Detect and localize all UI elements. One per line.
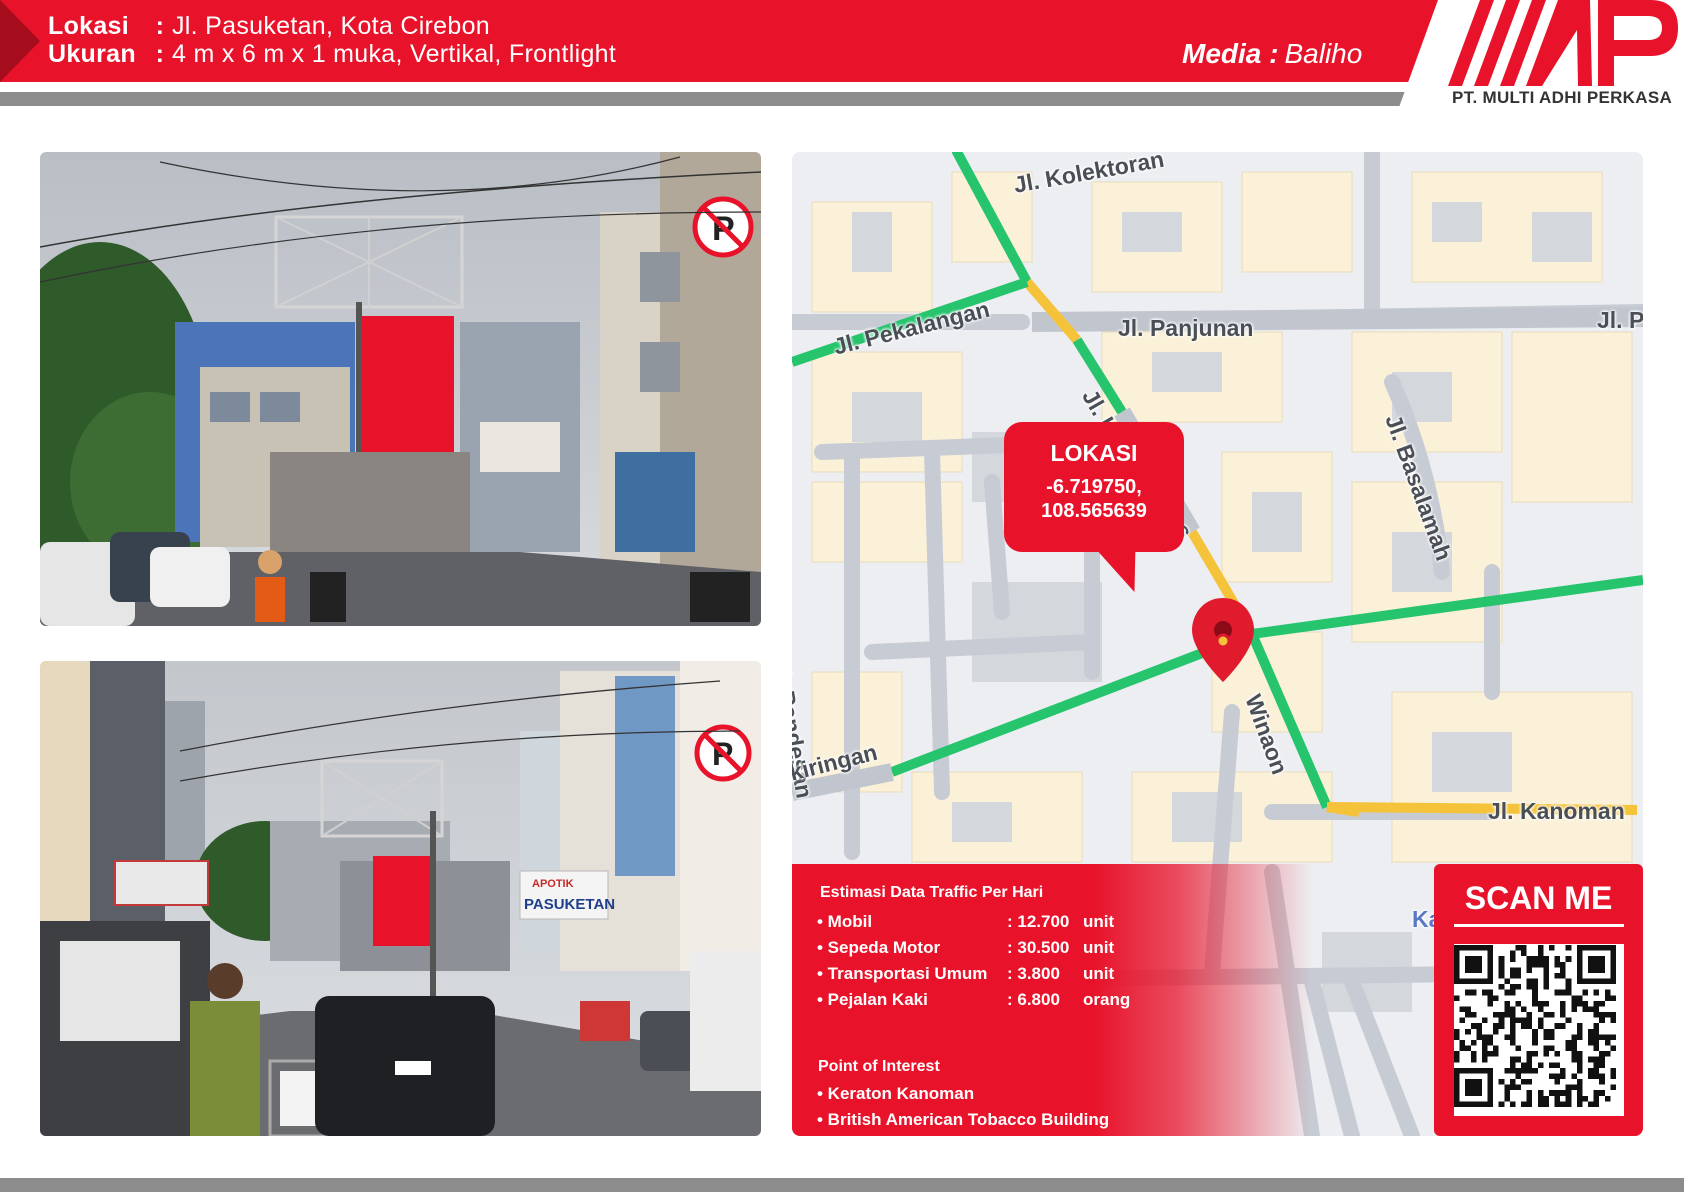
poi-item: • British American Tobacco Building — [817, 1110, 1110, 1129]
apotik-sign-name: PASUKETAN — [524, 896, 615, 913]
media-label: Media : — [1182, 38, 1279, 69]
traffic-label: • Sepeda Motor — [817, 938, 941, 957]
location-value: Jl. Pasuketan, Kota Cirebon — [172, 12, 490, 40]
location-separator: : — [155, 12, 165, 40]
traffic-unit: unit — [1083, 912, 1115, 931]
traffic-value: : 12.700 — [1007, 912, 1070, 931]
media-type: Media : Baliho — [1182, 38, 1362, 70]
street-photo-1: P — [40, 152, 761, 626]
size-value: 4 m x 6 m x 1 muka, Vertikal, Frontlight — [172, 40, 617, 68]
scan-me-underline — [1454, 924, 1624, 927]
location-label: Lokasi — [48, 12, 129, 40]
street-panjunan: Jl. Panjunan — [1118, 315, 1254, 341]
traffic-row-mobil: • Mobil : 12.700 unit — [817, 912, 1114, 932]
billboard-placeholder — [362, 316, 454, 456]
traffic-panel: Estimasi Data Traffic Per Hari • Mobil : … — [792, 864, 1312, 1136]
street-jl-p: Jl. P — [1597, 307, 1643, 333]
scan-me-panel: SCAN ME — [1434, 864, 1643, 1136]
street-photo-2: APOTIK PASUKETAN P — [40, 661, 761, 1136]
footer-divider — [0, 1178, 1684, 1192]
traffic-row-transport: • Transportasi Umum : 3.800 unit — [817, 964, 1114, 984]
billboard-placeholder — [373, 856, 433, 946]
poi-item: • Keraton Kanoman — [817, 1084, 975, 1103]
traffic-label: • Pejalan Kaki — [817, 990, 928, 1009]
apotik-sign-text: APOTIK — [532, 878, 574, 890]
traffic-label: • Transportasi Umum — [817, 964, 988, 983]
traffic-unit: unit — [1083, 964, 1115, 983]
traffic-value: : 6.800 — [1007, 990, 1060, 1009]
size-separator: : — [155, 40, 165, 68]
callout-latitude: -6.719750, — [1046, 476, 1142, 498]
company-logo — [1448, 0, 1678, 86]
scan-me-label: SCAN ME — [1464, 880, 1613, 916]
callout-title: LOKASI — [1050, 440, 1138, 466]
location-row: Lokasi: Jl. Pasuketan, Kota Cirebon — [48, 12, 490, 41]
street-kanoman: Jl. Kanoman — [1488, 798, 1625, 824]
qr-code[interactable] — [1454, 944, 1624, 1116]
location-map[interactable]: Jl. Kolektoran Jl. Pekalangan Jl. Panjun… — [792, 152, 1643, 1136]
traffic-value: : 3.800 — [1007, 964, 1060, 983]
qr-code-icon — [1454, 945, 1616, 1107]
traffic-label: • Mobil — [817, 912, 873, 931]
callout-longitude: 108.565639 — [1041, 500, 1147, 522]
company-name: PT. MULTI ADHI PERKASA — [1452, 88, 1673, 107]
traffic-title: Estimasi Data Traffic Per Hari — [820, 884, 1044, 901]
location-callout: LOKASI -6.719750, 108.565639 — [1004, 422, 1184, 552]
traffic-row-motor: • Sepeda Motor : 30.500 unit — [817, 938, 1114, 958]
traffic-row-pejalan: • Pejalan Kaki : 6.800 orang — [817, 990, 1130, 1010]
traffic-unit: unit — [1083, 938, 1115, 957]
traffic-value: : 30.500 — [1007, 938, 1070, 957]
size-row: Ukuran:4 m x 6 m x 1 muka, Vertikal, Fro… — [48, 40, 616, 69]
traffic-unit: orang — [1083, 990, 1131, 1009]
poi-title: Point of Interest — [818, 1058, 940, 1075]
media-value: Baliho — [1284, 38, 1363, 69]
size-label: Ukuran — [48, 40, 136, 68]
